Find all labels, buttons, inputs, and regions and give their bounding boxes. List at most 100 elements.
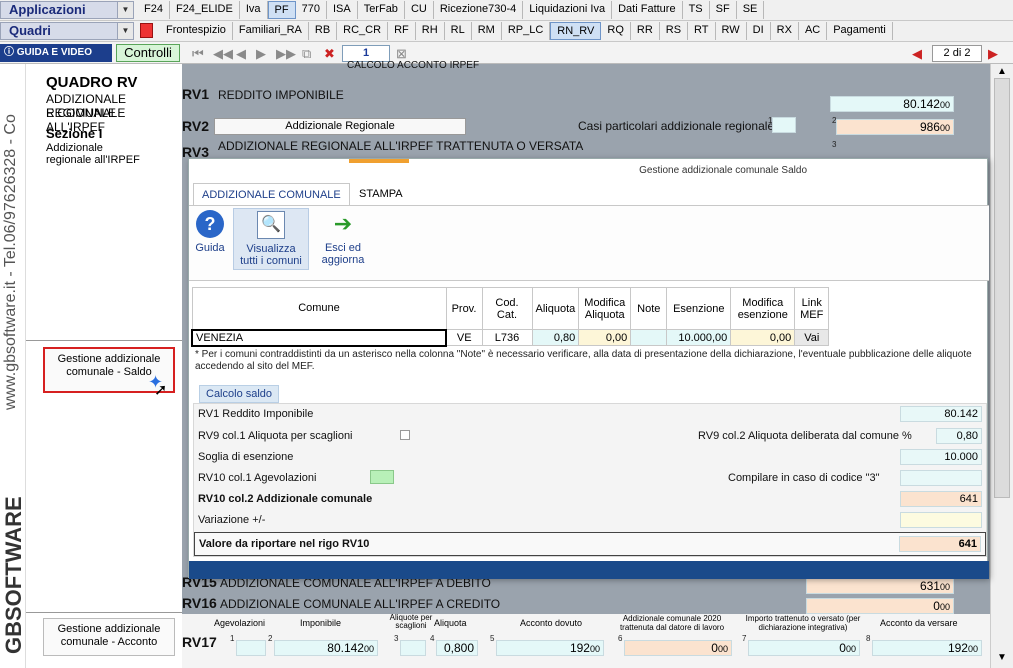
rv17-versare-field[interactable]: 19200 xyxy=(872,640,982,656)
tab-calcolo-saldo[interactable]: Calcolo saldo xyxy=(199,385,280,403)
tab-isa[interactable]: ISA xyxy=(327,1,358,19)
tab-dati-fatture[interactable]: Dati Fatture xyxy=(612,1,683,19)
vertical-scrollbar[interactable]: ▲ ▼ xyxy=(990,64,1013,668)
next-page-icon[interactable]: ▶ xyxy=(256,46,266,62)
rv1-field[interactable]: 80.14200 xyxy=(830,96,954,112)
rv17-agevolazioni-field[interactable] xyxy=(236,640,266,656)
quadro-tab-rp-lc[interactable]: RP_LC xyxy=(502,22,551,40)
quadro-tab-di[interactable]: DI xyxy=(747,22,771,40)
tab-addizionale-comunale[interactable]: ADDIZIONALE COMUNALE xyxy=(193,183,350,205)
quadro-tab-rf[interactable]: RF xyxy=(388,22,416,40)
calc-rv10c2-label: RV10 col.2 Addizionale comunale xyxy=(198,493,373,505)
rv17-imponibile-field[interactable]: 80.14200 xyxy=(274,640,378,656)
calcolo-saldo-label: Calcolo saldo xyxy=(206,388,273,400)
quadro-tab-rx[interactable]: RX xyxy=(771,22,799,40)
quadro-tab-pagamenti[interactable]: Pagamenti xyxy=(827,22,893,40)
top-partial-text: CALCOLO ACCONTO IRPEF xyxy=(347,60,480,71)
quadro-tab-rw[interactable]: RW xyxy=(716,22,747,40)
field-index: 5 xyxy=(490,634,495,643)
quadro-tab-rq[interactable]: RQ xyxy=(601,22,631,40)
calc-variazione-field[interactable] xyxy=(900,512,982,528)
chevron-down-icon[interactable]: ▼ xyxy=(117,2,133,18)
rv2-code: RV2 xyxy=(182,118,209,134)
rv17-scaglioni-field[interactable] xyxy=(400,640,426,656)
tab-se[interactable]: SE xyxy=(737,1,765,19)
quadro-tab-ac[interactable]: AC xyxy=(799,22,828,40)
cell-mod-esenzione[interactable]: 0,00 xyxy=(730,329,796,346)
tab-terfab[interactable]: TerFab xyxy=(358,1,405,19)
next-fast-icon[interactable]: ▶▶ xyxy=(276,46,296,62)
chevron-down-icon[interactable]: ▼ xyxy=(117,23,133,39)
prev-page-icon[interactable]: ◀ xyxy=(236,46,246,62)
visualizza-comuni-button[interactable]: 🔍 Visualizza tutti i comuni xyxy=(233,208,309,270)
quadri-selector[interactable]: Quadri ▼ xyxy=(0,22,134,40)
rv2-casi-field[interactable] xyxy=(772,117,796,133)
esci-aggiorna-button[interactable]: ➔ Esci ed aggiorna xyxy=(315,208,371,270)
quadro-tab-rh[interactable]: RH xyxy=(416,22,445,40)
prev-fast-icon[interactable]: ◀◀ xyxy=(213,46,233,62)
guida-video-button[interactable]: ⓘ GUIDA E VIDEO xyxy=(0,44,112,62)
tab-f24[interactable]: F24 xyxy=(138,1,170,19)
first-page-icon[interactable]: ⏮ xyxy=(192,46,204,62)
tab-ts[interactable]: TS xyxy=(683,1,710,19)
rv15-field[interactable]: 63100 xyxy=(806,578,954,594)
tab-ricezione730-4[interactable]: Ricezione730-4 xyxy=(434,1,524,19)
rv17-aliquota-field[interactable]: 0,800 xyxy=(436,640,478,656)
rv16-field[interactable]: 000 xyxy=(806,598,954,614)
tab-addizionale-label: ADDIZIONALE COMUNALE xyxy=(202,189,341,201)
scroll-thumb[interactable] xyxy=(994,78,1010,498)
scroll-up-icon[interactable]: ▲ xyxy=(997,66,1007,77)
tab-iva[interactable]: Iva xyxy=(240,1,268,19)
tab-pf[interactable]: PF xyxy=(267,1,296,19)
quadro-title: QUADRO RV xyxy=(46,74,138,91)
quadro-tab-rb[interactable]: RB xyxy=(309,22,338,40)
quadro-tab-frontespizio[interactable]: Frontespizio xyxy=(160,22,233,40)
cell-mod-aliquota[interactable]: 0,00 xyxy=(578,329,632,346)
tab-liquidazioni-iva[interactable]: Liquidazioni Iva xyxy=(523,1,613,19)
next-sheet-icon[interactable]: ▶ xyxy=(988,46,998,62)
scroll-down-icon[interactable]: ▼ xyxy=(997,652,1007,663)
esci-label-2: aggiorna xyxy=(321,254,365,266)
guida-label: Guida xyxy=(195,242,225,254)
guida-button[interactable]: ? Guida xyxy=(193,208,227,270)
prev-sheet-icon[interactable]: ◀ xyxy=(912,46,922,62)
pdf-icon[interactable] xyxy=(140,23,153,38)
copy-icon[interactable]: ⧉ xyxy=(302,46,311,62)
controlli-button[interactable]: Controlli xyxy=(116,44,180,62)
cell-comune[interactable]: VENEZIA xyxy=(191,328,447,347)
gestione-acconto-button[interactable]: Gestione addizionale comunale - Acconto xyxy=(43,618,175,656)
rv9c1-checkbox[interactable] xyxy=(400,430,410,440)
calc-compilare-field[interactable] xyxy=(900,470,982,486)
tab-sf[interactable]: SF xyxy=(710,1,737,19)
quadro-tab-rc-cr[interactable]: RC_CR xyxy=(337,22,389,40)
quadro-tab-rm[interactable]: RM xyxy=(472,22,502,40)
rv17-add-field[interactable]: 000 xyxy=(624,640,732,656)
app-selector[interactable]: Applicazioni ▼ xyxy=(0,1,134,19)
delete-page-icon[interactable]: ✖ xyxy=(324,46,335,62)
rv10c1-field[interactable] xyxy=(370,470,394,484)
quadro-tab-rt[interactable]: RT xyxy=(688,22,716,40)
quadro-tab-familiari-ra[interactable]: Familiari_RA xyxy=(233,22,309,40)
field-index: 8 xyxy=(866,634,871,643)
esci-label-1: Esci ed xyxy=(324,242,362,254)
rv2-field[interactable]: 98600 xyxy=(836,119,954,135)
tab-stampa[interactable]: STAMPA xyxy=(351,183,411,205)
tab-cu[interactable]: CU xyxy=(405,1,434,19)
rv17-imp-field[interactable]: 000 xyxy=(748,640,860,656)
quadro-tab-rn-rv[interactable]: RN_RV xyxy=(550,22,602,40)
quadro-tab-rs[interactable]: RS xyxy=(660,22,689,40)
quadro-tab-rr[interactable]: RR xyxy=(631,22,660,40)
controlli-label: Controlli xyxy=(124,45,172,60)
tab-f24-elide[interactable]: F24_ELIDE xyxy=(170,1,240,19)
addizionale-regionale-button[interactable]: Addizionale Regionale xyxy=(214,118,466,135)
vai-link-button[interactable]: Vai xyxy=(794,329,830,346)
addizionale-regionale-label: Addizionale Regionale xyxy=(285,120,395,132)
tab-770[interactable]: 770 xyxy=(296,1,327,19)
field-index: 1 xyxy=(230,634,235,643)
cursor-icon: ➚ xyxy=(154,382,168,399)
table-row[interactable]: VENEZIA VE L736 0,80 0,00 10.000,00 0,00… xyxy=(191,328,830,347)
quadro-tab-rl[interactable]: RL xyxy=(445,22,472,40)
rv17-acconto-field[interactable]: 19200 xyxy=(496,640,604,656)
calc-rv1-value: 80.142 xyxy=(944,408,978,420)
cell-cod: L736 xyxy=(481,329,533,346)
